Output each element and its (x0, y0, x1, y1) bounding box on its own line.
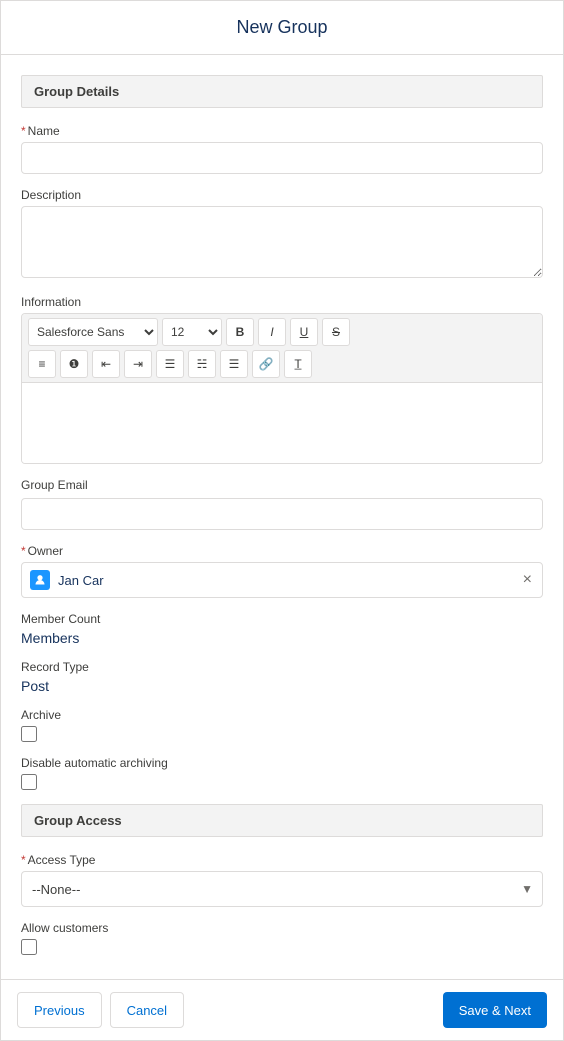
modal-title: New Group (21, 17, 543, 38)
align-left-button[interactable]: ☰ (156, 350, 184, 378)
allow-customers-checkbox-group (21, 939, 543, 955)
remove-format-button[interactable]: T̲ (284, 350, 312, 378)
owner-label: *Owner (21, 544, 543, 558)
bold-button[interactable]: B (226, 318, 254, 346)
archive-label: Archive (21, 708, 543, 722)
record-type-label: Record Type (21, 660, 543, 674)
access-type-label: *Access Type (21, 853, 543, 867)
modal-container: New Group Group Details *Name Descriptio… (0, 0, 564, 1041)
group-email-input[interactable] (21, 498, 543, 530)
description-textarea[interactable] (21, 206, 543, 278)
indent-increase-button[interactable]: ⇥ (124, 350, 152, 378)
owner-clear-button[interactable]: × (521, 570, 534, 590)
description-field-group: Description (21, 188, 543, 281)
person-icon (34, 574, 46, 586)
name-input[interactable] (21, 142, 543, 174)
link-button[interactable]: 🔗 (252, 350, 280, 378)
access-required-mark: * (21, 853, 26, 867)
owner-required-mark: * (21, 544, 26, 558)
cancel-button[interactable]: Cancel (110, 992, 184, 1028)
access-type-select[interactable]: --None-- Public Private Unlisted (21, 871, 543, 907)
archive-checkbox[interactable] (21, 726, 37, 742)
description-label: Description (21, 188, 543, 202)
group-details-section-header: Group Details (21, 75, 543, 108)
access-type-field-group: *Access Type --None-- Public Private Unl… (21, 853, 543, 907)
group-email-field-group: Group Email (21, 478, 543, 530)
information-label: Information (21, 295, 543, 309)
rte-toolbar: Salesforce Sans Arial Times New Roman Co… (22, 314, 542, 383)
unordered-list-button[interactable]: ≡ (28, 350, 56, 378)
font-size-select[interactable]: 891011 1214182436 (162, 318, 222, 346)
archive-field-group: Archive (21, 708, 543, 742)
allow-customers-checkbox[interactable] (21, 939, 37, 955)
member-count-label: Member Count (21, 612, 543, 626)
disable-archiving-checkbox[interactable] (21, 774, 37, 790)
align-right-button[interactable]: ☰ (220, 350, 248, 378)
archive-checkbox-group (21, 726, 543, 742)
record-type-value: Post (21, 678, 543, 694)
modal-footer: Previous Cancel Save & Next (1, 979, 563, 1040)
save-next-button[interactable]: Save & Next (443, 992, 547, 1028)
name-label: *Name (21, 124, 543, 138)
member-count-field-group: Member Count Members (21, 612, 543, 646)
disable-archiving-field-group: Disable automatic archiving (21, 756, 543, 790)
name-field-group: *Name (21, 124, 543, 174)
disable-archiving-label: Disable automatic archiving (21, 756, 543, 770)
owner-icon (30, 570, 50, 590)
owner-name-text: Jan Car (58, 573, 521, 588)
strikethrough-button[interactable]: S (322, 318, 350, 346)
allow-customers-label: Allow customers (21, 921, 543, 935)
disable-archiving-checkbox-group (21, 774, 543, 790)
underline-button[interactable]: U (290, 318, 318, 346)
modal-body: Group Details *Name Description Informat… (1, 55, 563, 979)
indent-decrease-button[interactable]: ⇤ (92, 350, 120, 378)
align-center-button[interactable]: ☵ (188, 350, 216, 378)
information-field-group: Information Salesforce Sans Arial Times … (21, 295, 543, 464)
previous-button[interactable]: Previous (17, 992, 102, 1028)
rte-toolbar-row2: ≡ ❶ ⇤ ⇥ ☰ ☵ ☰ 🔗 T̲ (28, 350, 536, 378)
record-type-field-group: Record Type Post (21, 660, 543, 694)
group-email-label: Group Email (21, 478, 543, 492)
rich-text-editor: Salesforce Sans Arial Times New Roman Co… (21, 313, 543, 464)
member-count-value: Members (21, 630, 543, 646)
modal-header: New Group (1, 1, 563, 55)
italic-button[interactable]: I (258, 318, 286, 346)
group-access-section-header: Group Access (21, 804, 543, 837)
rte-toolbar-row1: Salesforce Sans Arial Times New Roman Co… (28, 318, 536, 346)
footer-left-buttons: Previous Cancel (17, 992, 184, 1028)
name-required-mark: * (21, 124, 26, 138)
ordered-list-button[interactable]: ❶ (60, 350, 88, 378)
owner-field-group: *Owner Jan Car × (21, 544, 543, 598)
rte-content-area[interactable] (22, 383, 542, 463)
owner-field[interactable]: Jan Car × (21, 562, 543, 598)
font-family-select[interactable]: Salesforce Sans Arial Times New Roman Co… (28, 318, 158, 346)
access-type-select-wrapper: --None-- Public Private Unlisted ▼ (21, 871, 543, 907)
allow-customers-field-group: Allow customers (21, 921, 543, 955)
